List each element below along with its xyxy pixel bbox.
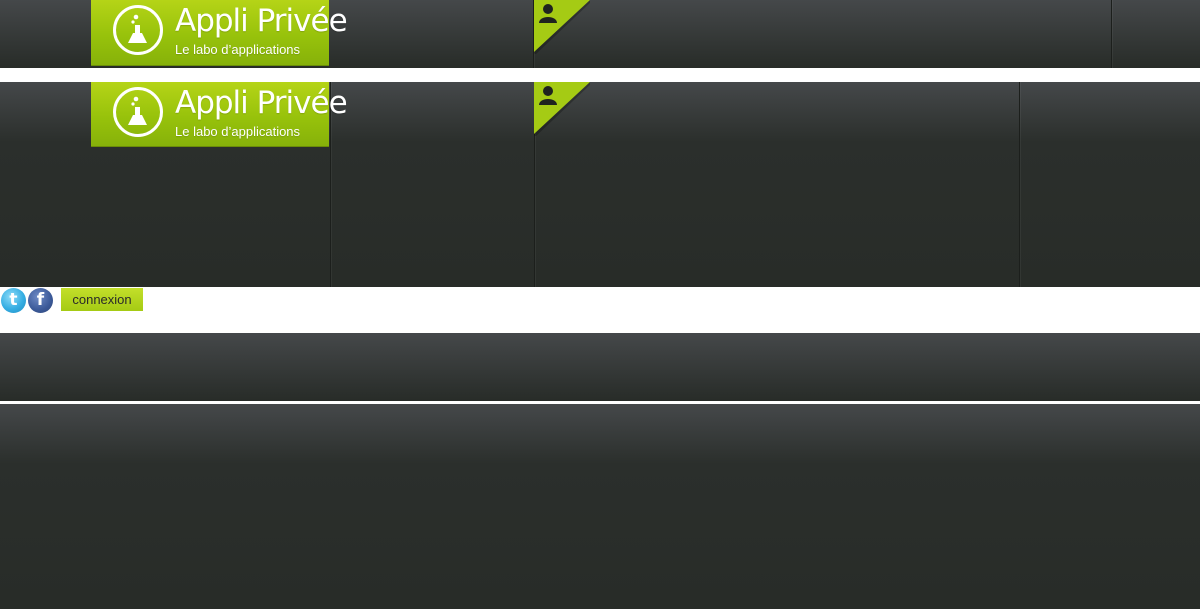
twitter-icon[interactable]: t	[1, 288, 26, 313]
footer-panel	[0, 404, 1200, 609]
flask-info-icon	[113, 5, 163, 55]
user-corner-ribbon[interactable]	[534, 0, 590, 54]
facebook-glyph: f	[36, 290, 45, 310]
flask-info-icon	[113, 87, 163, 137]
site-logo[interactable]: Appli Privée Le labo d’applications	[91, 0, 348, 66]
panel-divider	[1019, 82, 1020, 287]
site-logo[interactable]: Appli Privée Le labo d’applications	[91, 82, 348, 147]
brand-subtitle: Le labo d’applications	[175, 124, 301, 139]
user-corner-ribbon[interactable]	[534, 82, 590, 136]
header-divider	[1111, 0, 1112, 68]
footer-separator	[0, 401, 1200, 403]
social-toolbar	[0, 287, 1200, 333]
brand-subtitle: Le labo d’applications	[175, 42, 301, 57]
twitter-glyph: t	[9, 290, 18, 310]
connexion-button[interactable]: connexion	[61, 288, 143, 311]
footer-bar	[0, 333, 1200, 401]
brand-title: Appli Privée	[175, 3, 348, 39]
header-bar-top: Appli Privée Le labo d’applications	[0, 0, 1200, 68]
facebook-icon[interactable]: f	[28, 288, 53, 313]
brand-title: Appli Privée	[175, 85, 348, 121]
header-bar-expanded: Appli Privée Le labo d’applications	[0, 82, 1200, 287]
